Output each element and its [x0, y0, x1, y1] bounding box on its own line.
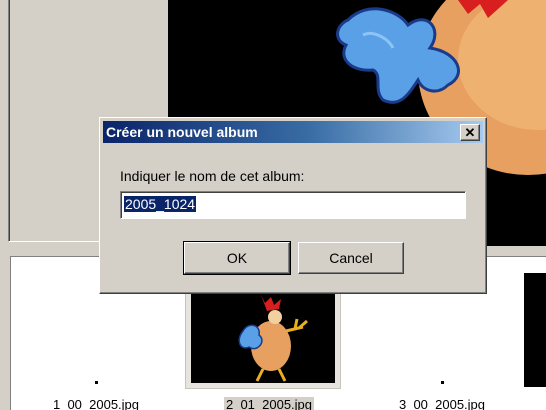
album-name-selected-text: 2005_1024 [124, 196, 197, 212]
thumbnail-image [191, 291, 335, 383]
close-button[interactable]: ✕ [460, 124, 480, 141]
thumbnail-item-partial[interactable] [524, 257, 546, 410]
album-name-input[interactable]: 2005_1024 [120, 191, 466, 219]
thumbnail-placeholder [441, 381, 444, 384]
dialog-titlebar[interactable]: Créer un nouvel album ✕ [103, 121, 483, 143]
thumbnail-image [524, 273, 546, 387]
rooster-thumbnail-image [191, 291, 335, 383]
thumbnail-caption: 2_01_2005.jpg [223, 397, 315, 410]
thumbnail-caption: 3_00_2005.jpg [398, 397, 486, 410]
new-album-dialog: Créer un nouvel album ✕ Indiquer le nom … [99, 117, 487, 294]
thumbnail-caption: 1_00_2005.jpg [52, 397, 140, 410]
cancel-button[interactable]: Cancel [298, 242, 404, 274]
thumbnail-placeholder [95, 381, 98, 384]
ok-button[interactable]: OK [183, 241, 291, 275]
album-name-label: Indiquer le nom de cet album: [120, 168, 305, 184]
dialog-title: Créer un nouvel album [106, 124, 258, 140]
close-icon: ✕ [464, 125, 476, 140]
